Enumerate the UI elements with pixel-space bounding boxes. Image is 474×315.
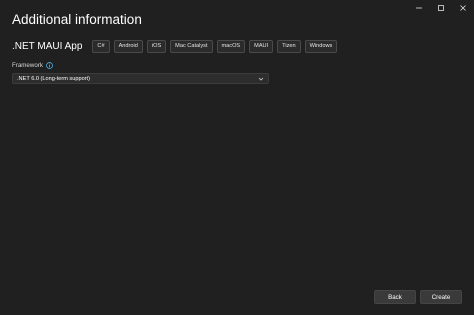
- template-tags: C# Android iOS Mac Catalyst macOS MAUI T…: [92, 40, 338, 53]
- tag-tizen: Tizen: [277, 40, 301, 53]
- tag-ios: iOS: [146, 40, 167, 53]
- framework-label: Framework: [12, 61, 43, 69]
- framework-label-row: Framework: [12, 61, 54, 69]
- close-button[interactable]: [452, 0, 474, 16]
- tag-mac-catalyst: Mac Catalyst: [170, 40, 213, 53]
- tag-macos: macOS: [216, 40, 246, 53]
- tag-windows: Windows: [304, 40, 338, 53]
- page-title: Additional information: [12, 12, 142, 27]
- maximize-icon: [437, 0, 445, 17]
- footer-buttons: Back Create: [374, 290, 462, 304]
- tag-maui: MAUI: [249, 40, 274, 53]
- tag-csharp: C#: [92, 40, 110, 53]
- dialog-window: Additional information .NET MAUI App C# …: [0, 0, 474, 315]
- window-controls: [408, 0, 474, 16]
- framework-selected-value: .NET 6.0 (Long-term support): [17, 75, 90, 82]
- tag-android: Android: [113, 40, 143, 53]
- back-button[interactable]: Back: [374, 290, 416, 304]
- template-summary: .NET MAUI App C# Android iOS Mac Catalys…: [12, 40, 338, 53]
- maximize-button[interactable]: [430, 0, 452, 16]
- create-button[interactable]: Create: [420, 290, 462, 304]
- framework-dropdown[interactable]: .NET 6.0 (Long-term support): [12, 73, 269, 84]
- chevron-down-icon: [258, 76, 264, 82]
- minimize-icon: [415, 0, 423, 17]
- template-name: .NET MAUI App: [12, 41, 83, 52]
- info-icon[interactable]: [46, 61, 54, 69]
- minimize-button[interactable]: [408, 0, 430, 16]
- close-icon: [459, 0, 467, 17]
